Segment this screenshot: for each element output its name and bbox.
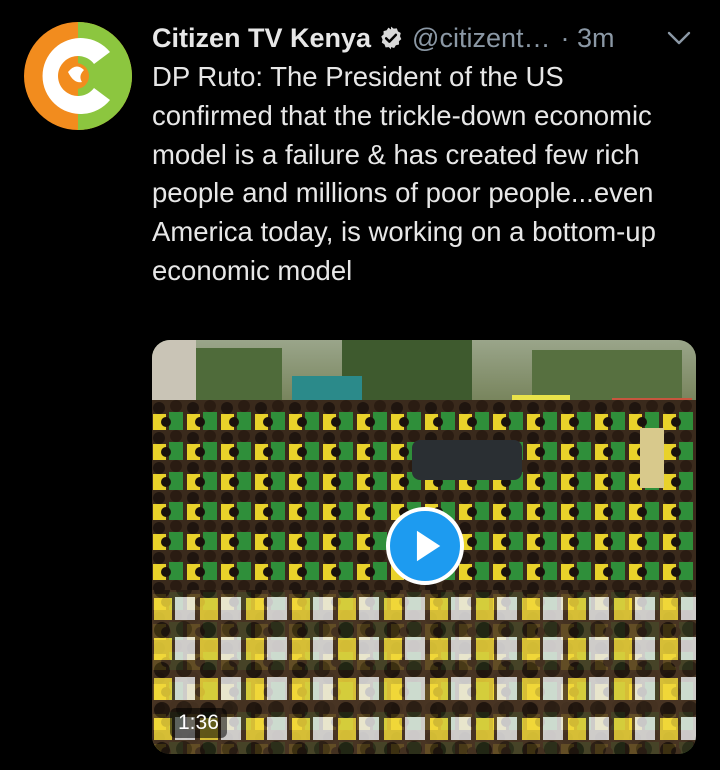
tweet-timestamp[interactable]: · 3m <box>561 23 615 54</box>
video-player[interactable]: 1:36 <box>152 340 696 754</box>
chevron-down-icon[interactable] <box>666 28 692 48</box>
tweet-text: DP Ruto: The President of the US confirm… <box>152 61 656 286</box>
video-duration: 1:36 <box>170 708 227 738</box>
author-handle[interactable]: @citizent… <box>412 23 550 54</box>
play-button[interactable] <box>386 507 464 585</box>
author-name[interactable]: Citizen TV Kenya <box>152 23 371 54</box>
play-icon <box>416 530 441 562</box>
tweet-header: Citizen TV Kenya @citizent… · 3m <box>152 18 720 58</box>
avatar[interactable] <box>24 22 132 130</box>
citizen-tv-logo <box>24 22 132 130</box>
verified-badge-icon <box>378 25 404 51</box>
